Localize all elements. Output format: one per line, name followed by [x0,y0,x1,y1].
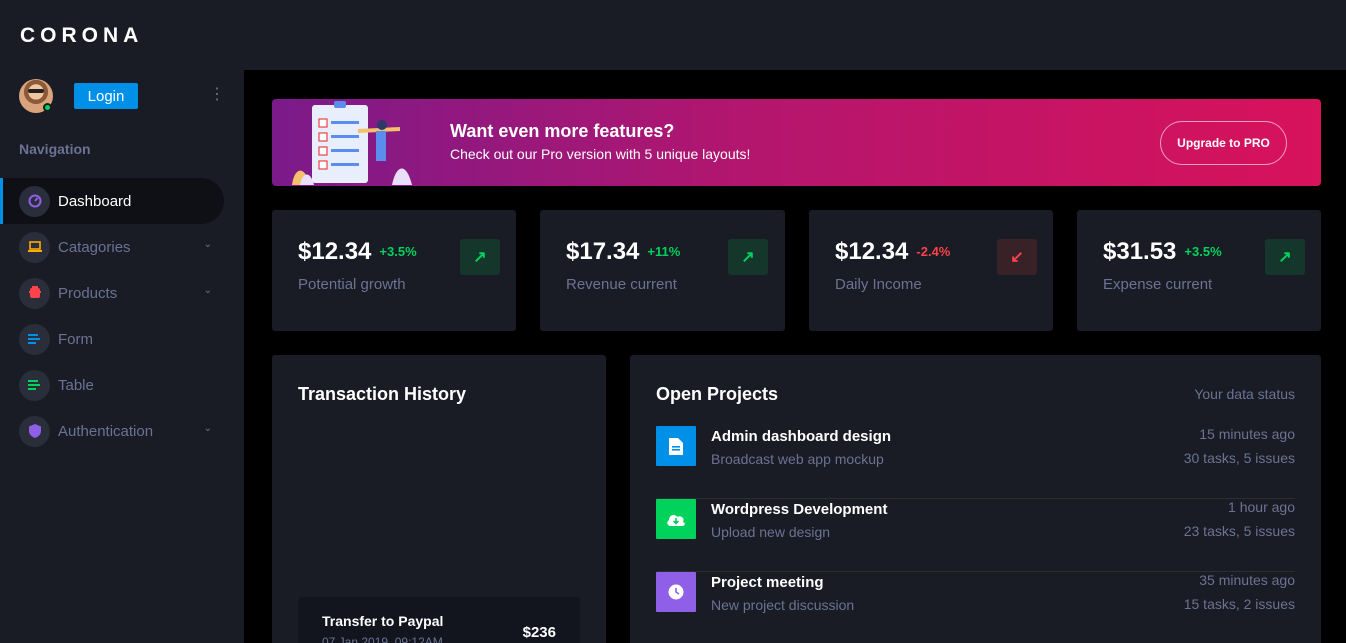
stat-card-revenue-current: $17.34 +11% Revenue current ↗ [540,210,785,331]
stat-card-potential-growth: $12.34 +3.5% Potential growth ↗ [272,210,516,331]
sidebar-item-label: Authentication [58,422,154,440]
chevron-down-icon: ⌄ [203,285,212,296]
sidebar-item-authentication[interactable]: Authentication ⌄ [0,408,224,454]
banner-title: Want even more features? [450,121,675,141]
profile-section: Login ⋮ [19,79,229,113]
stat-value-wrap: $12.34 +3.5% [298,238,417,266]
cloud-download-icon [656,499,696,539]
arrow-down-left-icon: ↙ [997,239,1037,275]
chevron-down-icon: ⌄ [203,239,212,250]
stat-card-expense-current: $31.53 +3.5% Expense current ↗ [1077,210,1321,331]
transaction-item[interactable]: Transfer to Paypal 07 Jan 2019, 09:12AM … [298,597,580,643]
stat-value: $31.53 [1103,238,1177,265]
transaction-history-card: Transaction History Transfer to Paypal 0… [272,355,606,643]
transaction-date: 07 Jan 2019, 09:12AM [322,635,443,643]
project-tasks: 23 tasks, 5 issues [1183,523,1295,539]
sidebar-item-dashboard[interactable]: Dashboard [0,178,224,224]
stat-change: +11% [647,244,681,259]
project-subtitle: New project discussion [711,597,855,613]
file-icon [656,426,696,466]
sidebar: CORONA Login ⋮ Navigation Dashboard Cata… [0,0,244,643]
arrow-up-right-icon: ↗ [460,239,500,275]
table-lines-icon [19,369,50,401]
stat-label: Daily Income [835,276,922,293]
stat-value: $17.34 [566,238,640,265]
project-title: Project meeting [711,574,824,591]
sidebar-item-table[interactable]: Table [0,362,224,408]
brand-logo[interactable]: CORONA [20,24,143,48]
promo-banner: Want even more features? Check out our P… [272,99,1321,186]
clock-icon [656,572,696,612]
data-status-text: Your data status [1194,386,1295,402]
stat-label: Revenue current [566,276,677,293]
open-projects-card: Open Projects Your data status Admin das… [630,355,1321,643]
arrow-up-right-icon: ↗ [728,239,768,275]
stat-value: $12.34 [298,238,372,265]
stat-label: Expense current [1103,276,1213,293]
stat-label: Potential growth [298,276,406,293]
sidebar-item-label: Products [58,284,118,302]
top-navbar [244,0,1346,70]
sidebar-nav: Dashboard Catagories ⌄ Products ⌄ Form T… [0,178,244,454]
stat-change: +3.5% [379,244,417,259]
sidebar-item-label: Table [58,376,94,394]
project-time: 35 minutes ago [1199,572,1295,588]
transaction-name: Transfer to Paypal [322,613,444,629]
sidebar-item-label: Form [58,330,93,348]
checklist-illustration-icon [292,101,412,185]
project-title: Wordpress Development [711,501,888,518]
stat-value: $12.34 [835,238,909,265]
sidebar-item-label: Catagories [58,238,131,256]
shield-icon [19,415,50,447]
project-time: 15 minutes ago [1199,426,1295,442]
card-title: Transaction History [298,384,467,404]
arrow-up-right-icon: ↗ [1265,239,1305,275]
project-tasks: 30 tasks, 5 issues [1183,450,1295,466]
speedometer-icon [19,185,50,217]
form-lines-icon [19,323,50,355]
project-tasks: 15 tasks, 2 issues [1183,596,1295,612]
sidebar-item-catagories[interactable]: Catagories ⌄ [0,224,224,270]
project-item[interactable]: Wordpress Development Upload new design … [656,499,1295,572]
stat-value-wrap: $12.34 -2.4% [835,238,950,266]
upgrade-to-pro-button[interactable]: Upgrade to PRO [1160,121,1287,165]
sidebar-item-form[interactable]: Form [0,316,224,362]
stat-value-wrap: $31.53 +3.5% [1103,238,1222,266]
sidebar-item-products[interactable]: Products ⌄ [0,270,224,316]
chevron-down-icon: ⌄ [203,423,212,434]
stat-value-wrap: $17.34 +11% [566,238,680,266]
project-subtitle: Broadcast web app mockup [711,451,884,467]
stat-change: -2.4% [916,244,951,259]
stat-card-daily-income: $12.34 -2.4% Daily Income ↙ [809,210,1053,331]
project-title: Admin dashboard design [711,428,892,445]
sidebar-item-label: Dashboard [58,192,132,210]
project-subtitle: Upload new design [711,524,831,540]
project-item[interactable]: Project meeting New project discussion 3… [656,572,1295,643]
banner-subtitle: Check out our Pro version with 5 unique … [450,146,751,162]
project-item[interactable]: Admin dashboard design Broadcast web app… [656,426,1295,499]
stat-change: +3.5% [1184,244,1222,259]
nav-heading: Navigation [19,141,91,157]
playlist-icon [19,277,50,309]
transaction-amount: $236 [522,624,556,641]
online-status-dot [43,103,52,112]
project-time: 1 hour ago [1228,499,1295,515]
laptop-icon [19,231,50,263]
more-options-icon[interactable]: ⋮ [209,85,225,105]
card-title: Open Projects [656,384,779,404]
login-button[interactable]: Login [74,83,138,109]
